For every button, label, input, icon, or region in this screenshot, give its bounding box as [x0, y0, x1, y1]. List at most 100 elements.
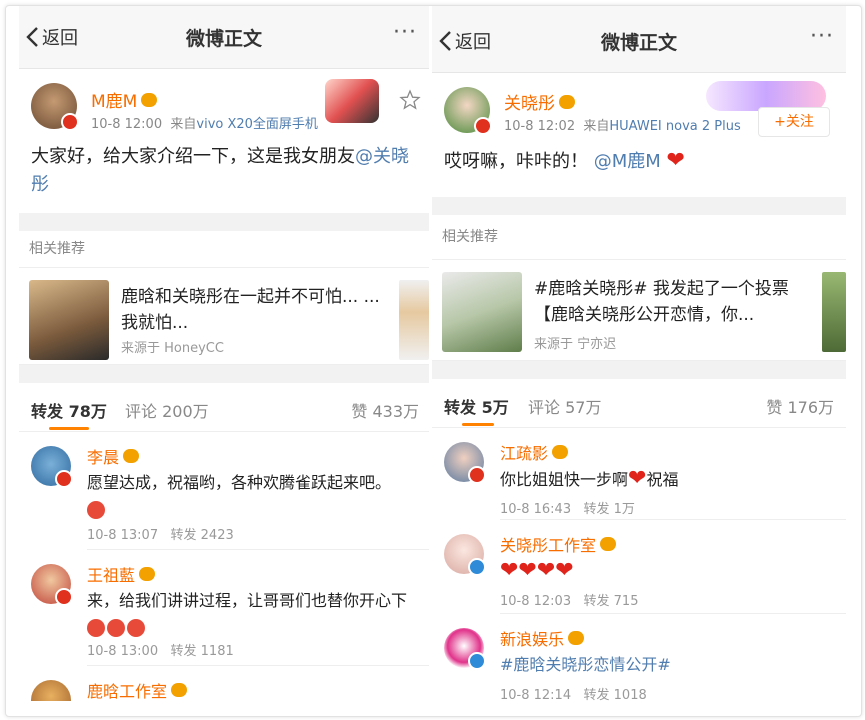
verified-badge-icon: [468, 466, 486, 484]
follow-button[interactable]: +关注: [758, 107, 830, 137]
related-title: 相关推荐: [19, 231, 429, 268]
topic-link[interactable]: #鹿晗关晓彤恋情公开#: [500, 655, 671, 674]
comment-meta: 10-8 16:43 转发 1万: [500, 502, 635, 517]
verified-badge-icon: [55, 470, 73, 488]
post-username[interactable]: 关晓彤: [504, 89, 575, 114]
tab-like[interactable]: 赞 433万: [351, 398, 419, 422]
comment-text: 愿望达成，祝福哟，各种欢腾雀跃起来吧。: [87, 470, 413, 522]
tab-repost[interactable]: 转发 78万: [31, 398, 107, 422]
verified-badge-icon: [468, 558, 486, 576]
related-thumbnail: [29, 280, 109, 360]
related-thumbnail: [442, 272, 522, 352]
commenter-name[interactable]: 李晨: [87, 444, 140, 468]
weibo-post: 关晓彤 10-8 12:02 来自HUAWEI nova 2 Plus +关注 …: [432, 73, 846, 197]
star-icon[interactable]: [399, 89, 421, 111]
comment-item[interactable]: 鹿晗工作室: [19, 666, 429, 701]
related-card[interactable]: #鹿晗关晓彤# 我发起了一个投票 【鹿晗关晓彤公开恋情，你... 来源于 宁亦迟: [432, 260, 846, 361]
comment-item[interactable]: 新浪娱乐 #鹿晗关晓彤恋情公开# 10-8 12:14 转发 1018: [432, 614, 846, 701]
commenter-avatar[interactable]: [444, 534, 486, 576]
verified-badge-icon: [474, 117, 492, 135]
comment-item[interactable]: 江疏影 你比姐姐快一步啊❤祝福 10-8 16:43 转发 1万: [432, 428, 846, 520]
device-link[interactable]: vivo X20全面屏手机: [196, 117, 318, 132]
vip-crown-icon: [552, 445, 569, 459]
avatar[interactable]: [31, 83, 79, 131]
vip-crown-icon: [600, 537, 617, 551]
comment-text: #鹿晗关晓彤恋情公开#: [500, 652, 830, 678]
related-card-title: 鹿晗和关晓彤在一起并不可怕... ... 我就怕...: [121, 287, 380, 333]
related-card-source: 来源于 宁亦迟: [534, 337, 617, 352]
tab-comment[interactable]: 评论 200万: [125, 398, 209, 422]
comment-meta: 10-8 12:03 转发 715: [500, 594, 639, 609]
section-gap: [432, 361, 846, 379]
heart-icon: ❤: [628, 466, 647, 491]
post-content: 大家好，给大家介绍一下，这是我女朋友@关晓彤: [31, 146, 409, 195]
commenter-avatar[interactable]: [444, 628, 486, 670]
related-card[interactable]: 鹿晗和关晓彤在一起并不可怕... ... 我就怕... 来源于 HoneyCC: [19, 268, 429, 365]
post-meta: 10-8 12:02 来自HUAWEI nova 2 Plus: [504, 119, 741, 134]
emoji-icon: [107, 618, 125, 637]
decoration-sticker: [325, 79, 379, 123]
vip-crown-icon: [171, 683, 188, 697]
heart-icon: ❤: [666, 148, 685, 173]
tab-repost[interactable]: 转发 5万: [444, 394, 509, 418]
left-weibo-screen: 返回 微博正文 ··· M鹿M 10-8 12:00 来自vivo X20全面屏…: [19, 6, 429, 701]
screenshot-frame: 返回 微博正文 ··· M鹿M 10-8 12:00 来自vivo X20全面屏…: [5, 5, 862, 717]
device-link[interactable]: HUAWEI nova 2 Plus: [609, 119, 740, 134]
comment-item[interactable]: 李晨 愿望达成，祝福哟，各种欢腾雀跃起来吧。 10-8 13:07 转发 242…: [19, 432, 429, 550]
more-menu-button[interactable]: ···: [810, 24, 834, 49]
comment-item[interactable]: 王祖藍 来，给我们讲讲过程，让哥哥们也替你开心下 10-8 13:00 转发 1…: [19, 550, 429, 666]
comment-hearts: ❤❤❤❤: [500, 558, 574, 583]
comment-meta: 10-8 12:14 转发 1018: [500, 688, 647, 701]
vip-crown-icon: [123, 449, 140, 463]
nav-bar: 返回 微博正文 ···: [432, 6, 846, 73]
post-username[interactable]: M鹿M: [91, 87, 158, 112]
section-gap: [432, 197, 846, 215]
verified-badge-icon: [61, 113, 79, 131]
comment-meta: 10-8 13:07 转发 2423: [87, 528, 234, 543]
comment-meta: 10-8 13:00 转发 1181: [87, 644, 234, 659]
tab-like[interactable]: 赞 176万: [766, 394, 834, 418]
commenter-name[interactable]: 王祖藍: [87, 562, 156, 586]
related-title: 相关推荐: [432, 215, 846, 260]
vip-crown-icon: [141, 92, 158, 107]
more-menu-button[interactable]: ···: [393, 20, 417, 45]
avatar[interactable]: [444, 87, 492, 135]
next-card-peek: [399, 280, 429, 360]
vip-crown-icon: [568, 631, 585, 645]
interaction-tabs: 转发 78万 评论 200万 赞 433万: [19, 383, 429, 432]
mention-link[interactable]: @M鹿M: [594, 151, 661, 172]
weibo-post: M鹿M 10-8 12:00 来自vivo X20全面屏手机 大家好，给大家介绍…: [19, 69, 429, 213]
commenter-name[interactable]: 江疏影: [500, 440, 569, 464]
commenter-avatar[interactable]: [444, 442, 486, 484]
page-title: 微博正文: [600, 32, 677, 54]
commenter-name[interactable]: 关晓彤工作室: [500, 532, 617, 556]
emoji-icon: [87, 500, 105, 519]
comment-item[interactable]: 关晓彤工作室 ❤❤❤❤ 10-8 12:03 转发 715: [432, 520, 846, 614]
commenter-name[interactable]: 新浪娱乐: [500, 626, 585, 650]
next-card-peek: [822, 272, 846, 352]
post-meta: 10-8 12:00 来自vivo X20全面屏手机: [91, 117, 318, 132]
section-gap: [19, 365, 429, 383]
commenter-avatar[interactable]: [31, 680, 71, 701]
verified-badge-icon: [55, 588, 73, 606]
active-tab-indicator: [462, 423, 494, 426]
related-card-source: 来源于 HoneyCC: [121, 341, 224, 356]
comment-text: 来，给我们讲讲过程，让哥哥们也替你开心下: [87, 588, 413, 640]
post-content: 哎呀嘛，咔咔的！ @M鹿M ❤: [444, 148, 685, 173]
interaction-tabs: 转发 5万 评论 57万 赞 176万: [432, 379, 846, 428]
commenter-avatar[interactable]: [31, 446, 73, 488]
emoji-icon: [127, 618, 145, 637]
nav-bar: 返回 微博正文 ···: [19, 6, 429, 69]
verified-badge-icon: [468, 652, 486, 670]
emoji-icon: [87, 618, 105, 637]
page-title: 微博正文: [185, 28, 262, 50]
related-card-title: #鹿晗关晓彤# 我发起了一个投票 【鹿晗关晓彤公开恋情，你...: [534, 279, 789, 325]
right-weibo-screen: 返回 微博正文 ··· 关晓彤 10-8 12:02 来自HUAWEI nova…: [432, 6, 846, 701]
vip-crown-icon: [139, 567, 156, 581]
section-gap: [19, 213, 429, 231]
commenter-avatar[interactable]: [31, 564, 73, 606]
active-tab-indicator: [49, 427, 89, 430]
comment-text: 你比姐姐快一步啊❤祝福: [500, 466, 679, 491]
commenter-name[interactable]: 鹿晗工作室: [87, 678, 188, 701]
tab-comment[interactable]: 评论 57万: [528, 394, 601, 418]
